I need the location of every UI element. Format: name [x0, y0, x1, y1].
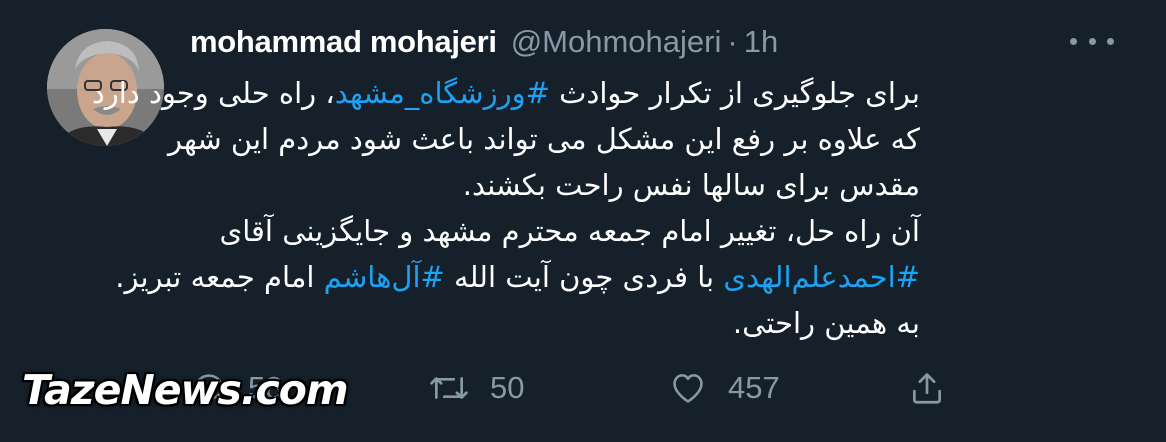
heart-icon — [673, 374, 703, 403]
tweet-line: که علاوه بر رفع این مشکل می تواند باعث ش… — [167, 122, 920, 156]
more-options-button[interactable] — [1070, 28, 1114, 54]
like-count: 457 — [728, 370, 780, 405]
share-icon — [912, 373, 942, 404]
like-button[interactable]: 457 — [668, 362, 780, 414]
user-handle[interactable]: @Mohmohajeri — [511, 24, 722, 60]
hashtag-link[interactable]: #آل‌هاشم — [324, 260, 445, 294]
watermark-logo: TazeNews.com — [22, 366, 349, 414]
share-button[interactable] — [908, 362, 946, 414]
tweet-text: برای جلوگیری از تکرار حوادث #ورزشگاه_مشه… — [92, 70, 920, 346]
display-name[interactable]: mohammad mohajeri — [190, 24, 497, 60]
tweet-line: به همین راحتی. — [732, 306, 920, 340]
text-segment: برای جلوگیری از تکرار حوادث — [549, 76, 920, 110]
tweet-line: برای جلوگیری از تکرار حوادث #ورزشگاه_مشه… — [92, 70, 920, 116]
retweet-icon — [430, 377, 468, 399]
timestamp[interactable]: 1h — [744, 24, 778, 60]
tweet-line: #احمدعلم‌الهدی با فردی چون آیت الله #آل‌… — [115, 254, 920, 300]
tweet-line: آن راه حل، تغییر امام جمعه محترم مشهد و … — [219, 214, 920, 248]
text-segment: با فردی چون آیت الله — [444, 260, 724, 294]
tweet-line: مقدس برای سالها نفس راحت بکشند. — [462, 168, 920, 202]
tweet-card[interactable]: mohammad mohajeri @Mohmohajeri · 1h برای… — [0, 0, 1166, 442]
hashtag-link[interactable]: #ورزشگاه_مشهد — [335, 76, 550, 110]
text-segment: امام جمعه تبریز. — [115, 260, 324, 294]
retweet-count: 50 — [490, 370, 525, 405]
separator-dot: · — [727, 24, 738, 59]
hashtag-link[interactable]: #احمدعلم‌الهدی — [723, 260, 920, 294]
tweet-header: mohammad mohajeri @Mohmohajeri · 1h — [190, 20, 778, 64]
more-icon — [1070, 37, 1077, 45]
retweet-button[interactable]: 50 — [428, 362, 524, 414]
text-segment: ، راه حلی وجود دارد — [91, 76, 335, 110]
